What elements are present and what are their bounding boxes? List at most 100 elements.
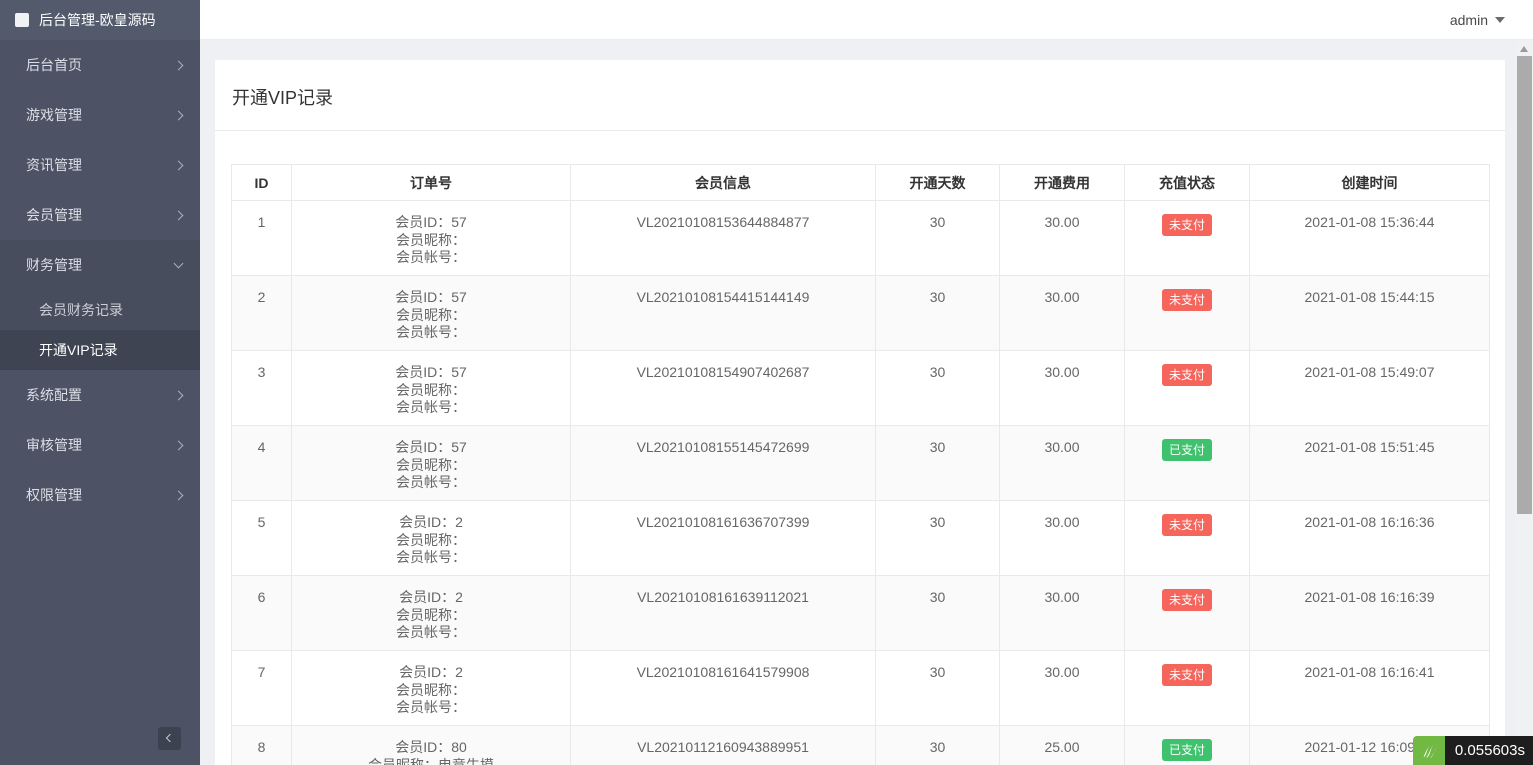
sidebar-item-权限管理[interactable]: 权限管理 — [0, 470, 200, 520]
cell-fee: 30.00 — [999, 425, 1125, 501]
sidebar-item-label: 系统配置 — [26, 387, 82, 403]
sidebar-item-label: 审核管理 — [26, 437, 82, 453]
member-info-line: 会员昵称： — [396, 231, 466, 248]
sidebar-item-财务管理[interactable]: 财务管理 — [0, 240, 200, 290]
table-row: 2 会员ID：57 会员昵称： 会员帐号： VL20210108154415144149… — [231, 275, 1490, 351]
cell-fee: 25.00 — [999, 725, 1125, 765]
member-info-line: 会员帐号： — [396, 624, 466, 640]
sidebar-subitem-会员财务记录[interactable]: 会员财务记录 — [0, 290, 200, 330]
column-header-充值状态: 充值状态 — [1124, 164, 1250, 201]
column-header-开通费用: 开通费用 — [999, 164, 1125, 201]
cell-days: 30 — [875, 500, 1000, 576]
cell-status: 未支付 — [1124, 350, 1250, 426]
sidebar-item-label: 会员管理 — [26, 207, 82, 223]
sidebar-item-label: 权限管理 — [26, 487, 82, 503]
top-bar: 后台管理-欧皇源码 admin — [0, 0, 1533, 40]
sidebar-menu: 后台首页游戏管理资讯管理会员管理财务管理会员财务记录 开通VIP记录系统配置审核管… — [0, 40, 200, 520]
sidebar-item-资讯管理[interactable]: 资讯管理 — [0, 140, 200, 190]
sidebar-item-系统配置[interactable]: 系统配置 — [0, 370, 200, 420]
chevron-right-icon — [173, 110, 184, 121]
cell-fee: 30.00 — [999, 500, 1125, 576]
content-card: 开通VIP记录 ID 订单号 会员信息 开通天数 开通费用 充值状态 创建时间 1 会员ID：… — [215, 60, 1505, 765]
cell-order-member-info: 会员ID：2 会员昵称： 会员帐号： — [291, 650, 571, 726]
cell-days: 30 — [875, 575, 1000, 651]
vip-records-table: ID 订单号 会员信息 开通天数 开通费用 充值状态 创建时间 1 会员ID：57 会员昵称：会… — [231, 164, 1490, 765]
app-title: 后台管理-欧皇源码 — [39, 12, 156, 28]
table-container: ID 订单号 会员信息 开通天数 开通费用 充值状态 创建时间 1 会员ID：57 会员昵称：会… — [215, 131, 1505, 765]
cell-status: 已支付 — [1124, 725, 1250, 765]
table-row: 8 会员ID：80 会员昵称：电竞牛摸 VL20210112160943889951 3… — [231, 725, 1490, 765]
sidebar-item-label: 资讯管理 — [26, 157, 82, 173]
chevron-down-icon — [1495, 17, 1505, 23]
cell-status: 未支付 — [1124, 275, 1250, 351]
member-info-line: 会员帐号： — [396, 549, 466, 565]
sidebar-item-游戏管理[interactable]: 游戏管理 — [0, 90, 200, 140]
cell-order-member-info: 会员ID：2 会员昵称： 会员帐号： — [291, 500, 571, 576]
sidebar-item-会员管理[interactable]: 会员管理 — [0, 190, 200, 240]
cell-status: 未支付 — [1124, 650, 1250, 726]
status-badge: 未支付 — [1161, 289, 1212, 311]
cell-order-member-info: 会员ID：2 会员昵称： 会员帐号： — [291, 575, 571, 651]
sidebar-item-后台首页[interactable]: 后台首页 — [0, 40, 200, 90]
cell-order-no: VL20210112160943889951 — [570, 725, 876, 765]
column-header-开通天数: 开通天数 — [875, 164, 1000, 201]
scrollbar-thumb[interactable] — [1517, 56, 1532, 514]
cell-fee: 30.00 — [999, 200, 1125, 276]
cell-days: 30 — [875, 650, 1000, 726]
scrollbar-up-arrow-icon[interactable] — [1520, 46, 1528, 52]
table-row: 3 会员ID：57 会员昵称： 会员帐号： VL20210108154907402687… — [231, 350, 1490, 426]
cell-order-member-info: 会员ID：57 会员昵称： 会员帐号： — [291, 350, 571, 426]
cell-status: 已支付 — [1124, 425, 1250, 501]
sidebar-subitem-开通VIP记录[interactable]: 开通VIP记录 — [0, 330, 200, 370]
cell-order-member-info: 会员ID：57 会员昵称： 会员帐号： — [291, 200, 571, 276]
cell-order-no: VL20210108161639112021 — [570, 575, 876, 651]
thinkphp-trace-icon[interactable] — [1412, 736, 1445, 765]
chevron-down-icon — [173, 258, 184, 269]
member-info-line: 会员昵称： — [396, 606, 466, 623]
sidebar-item-label: 财务管理 — [26, 257, 82, 273]
cell-order-member-info: 会员ID：57 会员昵称： 会员帐号： — [291, 425, 571, 501]
chevron-right-icon — [173, 440, 184, 451]
chevron-right-icon — [173, 490, 184, 501]
page-title: 开通VIP记录 — [232, 88, 334, 108]
sidebar-item-审核管理[interactable]: 审核管理 — [0, 420, 200, 470]
member-info-line: 会员ID：57 — [395, 214, 467, 230]
cell-id: 7 — [231, 650, 292, 726]
member-info-line: 会员ID：2 — [399, 589, 463, 605]
cell-fee: 30.00 — [999, 350, 1125, 426]
member-info-line: 会员帐号： — [396, 699, 466, 715]
status-badge: 已支付 — [1161, 439, 1212, 461]
status-badge: 未支付 — [1161, 514, 1212, 536]
member-info-line: 会员帐号： — [396, 474, 466, 490]
cell-status: 未支付 — [1124, 575, 1250, 651]
cell-id: 3 — [231, 350, 292, 426]
column-header-订单号: 订单号 — [291, 164, 571, 201]
trace-time: 0.055603s — [1444, 736, 1533, 765]
cell-created-time: 2021-01-08 15:51:45 — [1249, 425, 1490, 501]
user-name: admin — [1449, 12, 1488, 28]
column-header-ID: ID — [231, 164, 292, 201]
member-info-line: 会员昵称：电竞牛摸 — [368, 756, 494, 765]
member-info-line: 会员昵称： — [396, 531, 466, 548]
scrollbar[interactable] — [1516, 41, 1533, 765]
table-row: 5 会员ID：2 会员昵称： 会员帐号： VL20210108161636707399 3… — [231, 500, 1490, 576]
table-row: 7 会员ID：2 会员昵称： 会员帐号： VL20210108161641579908 3… — [231, 650, 1490, 726]
sidebar-item-label: 后台首页 — [26, 57, 82, 73]
sidebar-collapse-button[interactable] — [158, 727, 181, 750]
table-row: 1 会员ID：57 会员昵称： 会员帐号： VL20210108153644884877… — [231, 200, 1490, 276]
cell-fee: 30.00 — [999, 650, 1125, 726]
cell-order-no: VL20210108161636707399 — [570, 500, 876, 576]
member-info-line: 会员ID：2 — [399, 514, 463, 530]
cell-fee: 30.00 — [999, 275, 1125, 351]
cell-created-time: 2021-01-08 16:16:41 — [1249, 650, 1490, 726]
cell-order-no: VL20210108153644884877 — [570, 200, 876, 276]
status-badge: 未支付 — [1161, 589, 1212, 611]
chevron-right-icon — [173, 160, 184, 171]
chevron-left-icon — [165, 733, 175, 743]
cell-order-no: VL20210108154907402687 — [570, 350, 876, 426]
user-dropdown[interactable]: admin — [1450, 0, 1505, 40]
main-content: 开通VIP记录 ID 订单号 会员信息 开通天数 开通费用 充值状态 创建时间 1 会员ID：… — [200, 40, 1516, 765]
trace-bar: 0.055603s — [1412, 736, 1533, 765]
chevron-right-icon — [173, 60, 184, 71]
cell-id: 2 — [231, 275, 292, 351]
